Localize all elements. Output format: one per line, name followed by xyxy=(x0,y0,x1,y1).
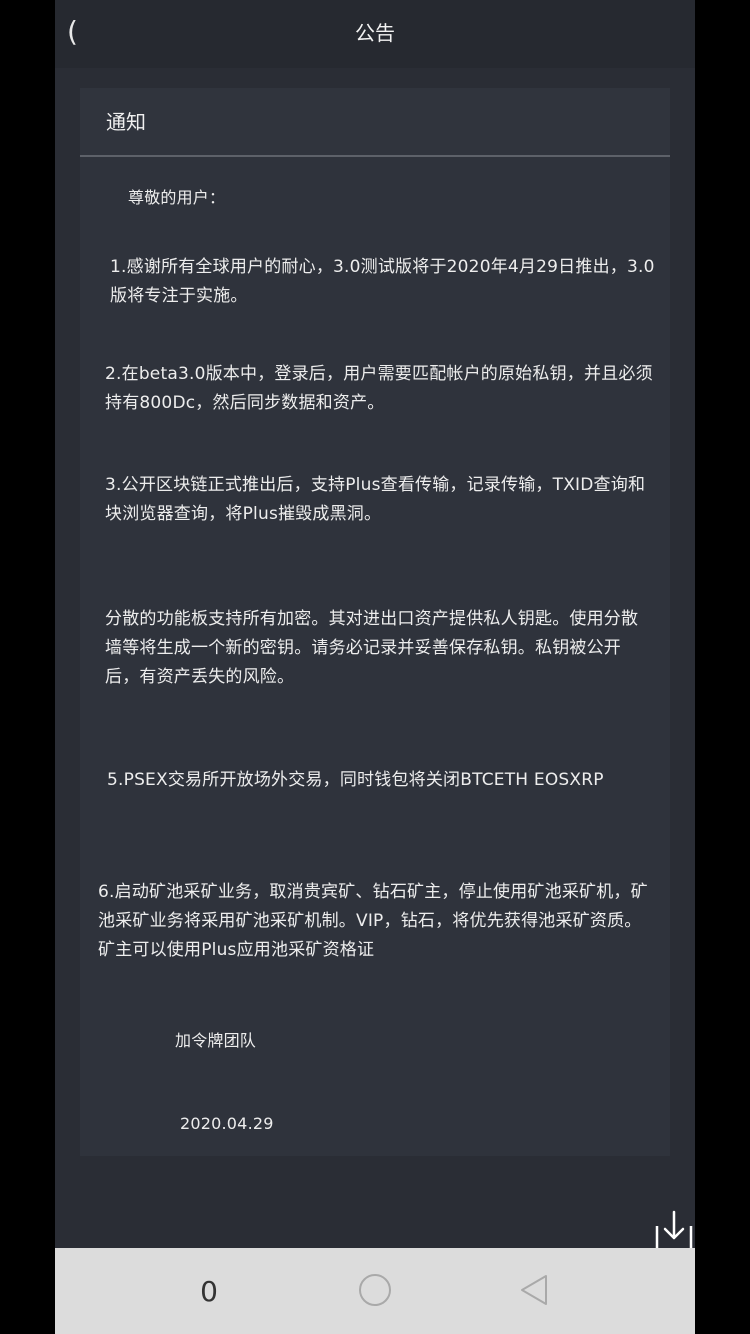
home-circle-icon[interactable] xyxy=(358,1273,392,1307)
date-text: 2020.04.29 xyxy=(180,1114,274,1133)
app-screen: ( 公告 通知 尊敬的用户： 1.感谢所有全球用户的耐心，3.0测试版将于202… xyxy=(55,0,695,1334)
greeting-text: 尊敬的用户： xyxy=(128,188,226,207)
paragraph-6: 6.启动矿池采矿业务，取消贵宾矿、钻石矿主，停止使用矿池采矿机，矿池采矿业务将采… xyxy=(98,882,648,960)
recent-apps-button[interactable]: 0 xyxy=(193,1274,225,1310)
top-bar: ( 公告 xyxy=(55,0,695,68)
card-header: 通知 xyxy=(80,88,670,157)
paragraph-3: 3.公开区块链正式推出后，支持Plus查看传输，记录传输，TXID查询和块浏览器… xyxy=(105,475,646,524)
page-title: 公告 xyxy=(355,21,395,45)
signature-text: 加令牌团队 xyxy=(175,1031,257,1050)
paragraph-5: 5.PSEX交易所开放场外交易，同时钱包将关闭BTCETH EOSXRP xyxy=(107,770,604,790)
paragraph-2: 2.在beta3.0版本中，登录后，用户需要匹配帐户的原始私钥，并且必须持有80… xyxy=(105,364,653,413)
system-nav-bar: 0 xyxy=(55,1248,695,1334)
card-title: 通知 xyxy=(106,110,146,134)
back-triangle-icon[interactable] xyxy=(517,1273,551,1307)
announcement-card: 通知 尊敬的用户： 1.感谢所有全球用户的耐心，3.0测试版将于2020年4月2… xyxy=(80,88,670,1156)
paragraph-4: 分散的功能板支持所有加密。其对进出口资产提供私人钥匙。使用分散墙等将生成一个新的… xyxy=(105,609,639,687)
paragraph-1: 1.感谢所有全球用户的耐心，3.0测试版将于2020年4月29日推出，3.0版将… xyxy=(110,257,655,306)
